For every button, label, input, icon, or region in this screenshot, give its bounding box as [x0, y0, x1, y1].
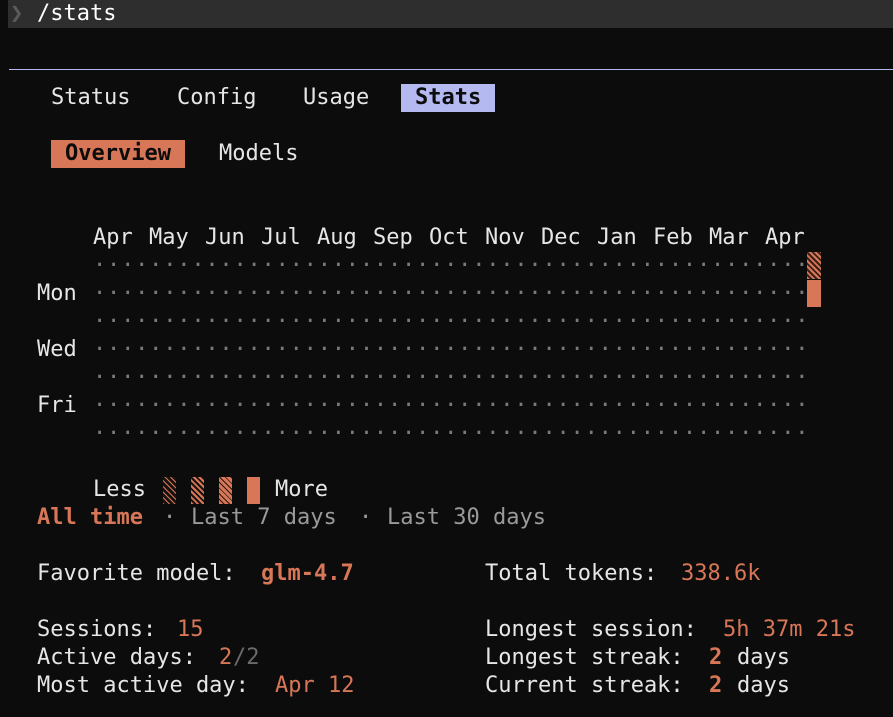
- legend-swatch: [247, 477, 260, 504]
- day-label-wed: Wed: [37, 337, 77, 362]
- month-label: Apr: [93, 225, 133, 250]
- heatmap-row: ········································…: [93, 337, 810, 362]
- heatmap-row: ········································…: [93, 365, 810, 390]
- current-streak-unit: days: [737, 673, 790, 698]
- divider-rule: [9, 69, 893, 70]
- month-label: Jun: [205, 225, 245, 250]
- tab-config[interactable]: Config: [163, 84, 270, 112]
- day-label-fri: Fri: [37, 393, 77, 418]
- month-label: Feb: [653, 225, 693, 250]
- heatmap-row: ········································…: [93, 421, 810, 446]
- tab-status[interactable]: Status: [37, 84, 144, 112]
- month-label: May: [149, 225, 189, 250]
- command-text: /stats: [37, 1, 117, 26]
- sessions-label: Sessions:: [37, 617, 157, 642]
- month-label: Jul: [261, 225, 301, 250]
- active-days-value: 2: [219, 645, 233, 670]
- heatmap-row: ········································…: [93, 253, 810, 278]
- heatmap-row: ········································…: [93, 309, 810, 334]
- month-label: Apr: [765, 225, 805, 250]
- tab-usage[interactable]: Usage: [289, 84, 383, 112]
- current-streak-value: 2: [709, 673, 723, 698]
- month-label: Sep: [373, 225, 413, 250]
- longest-streak-value: 2: [709, 645, 723, 670]
- range-last-30-days[interactable]: Last 30 days: [387, 504, 546, 532]
- range-last-7-days[interactable]: Last 7 days: [191, 504, 337, 532]
- day-label-mon: Mon: [37, 281, 77, 306]
- subtab-overview[interactable]: Overview: [51, 140, 185, 168]
- range-separator: ·: [163, 505, 177, 530]
- command-bar: [8, 0, 893, 28]
- month-label: Jan: [597, 225, 637, 250]
- longest-session-label: Longest session:: [485, 617, 697, 642]
- legend-swatch: [191, 477, 204, 504]
- total-tokens-value: 338.6k: [681, 561, 761, 586]
- sessions-value: 15: [177, 617, 204, 642]
- range-separator: ·: [359, 505, 373, 530]
- longest-streak-unit: days: [737, 645, 790, 670]
- active-days-total: /2: [233, 645, 260, 670]
- active-days-label: Active days:: [37, 645, 196, 670]
- heatmap-row: ········································…: [93, 393, 810, 418]
- most-active-day-value: Apr 12: [275, 673, 355, 698]
- month-label: Dec: [541, 225, 581, 250]
- tab-stats[interactable]: Stats: [401, 84, 496, 112]
- month-label: Oct: [429, 225, 469, 250]
- favorite-model-value: glm-4.7: [261, 561, 354, 586]
- most-active-day-label: Most active day:: [37, 673, 249, 698]
- total-tokens-label: Total tokens:: [485, 561, 658, 586]
- prompt-chevron-icon: ❯: [10, 1, 24, 26]
- heatmap-row: ········································…: [93, 281, 810, 306]
- month-label: Aug: [317, 225, 357, 250]
- favorite-model-label: Favorite model:: [37, 561, 236, 586]
- month-label: Mar: [709, 225, 749, 250]
- month-label: Nov: [485, 225, 525, 250]
- longest-session-value: 5h 37m 21s: [723, 617, 856, 642]
- heatmap-cell-active: [807, 252, 821, 279]
- heatmap-cell-active: [807, 280, 821, 307]
- legend-less: Less: [93, 477, 146, 502]
- legend-more: More: [275, 477, 328, 502]
- legend-swatch: [219, 477, 232, 504]
- legend-swatch: [163, 477, 176, 504]
- current-streak-label: Current streak:: [485, 673, 684, 698]
- range-all-time[interactable]: All time: [37, 504, 143, 532]
- subtab-models[interactable]: Models: [205, 140, 312, 168]
- longest-streak-label: Longest streak:: [485, 645, 684, 670]
